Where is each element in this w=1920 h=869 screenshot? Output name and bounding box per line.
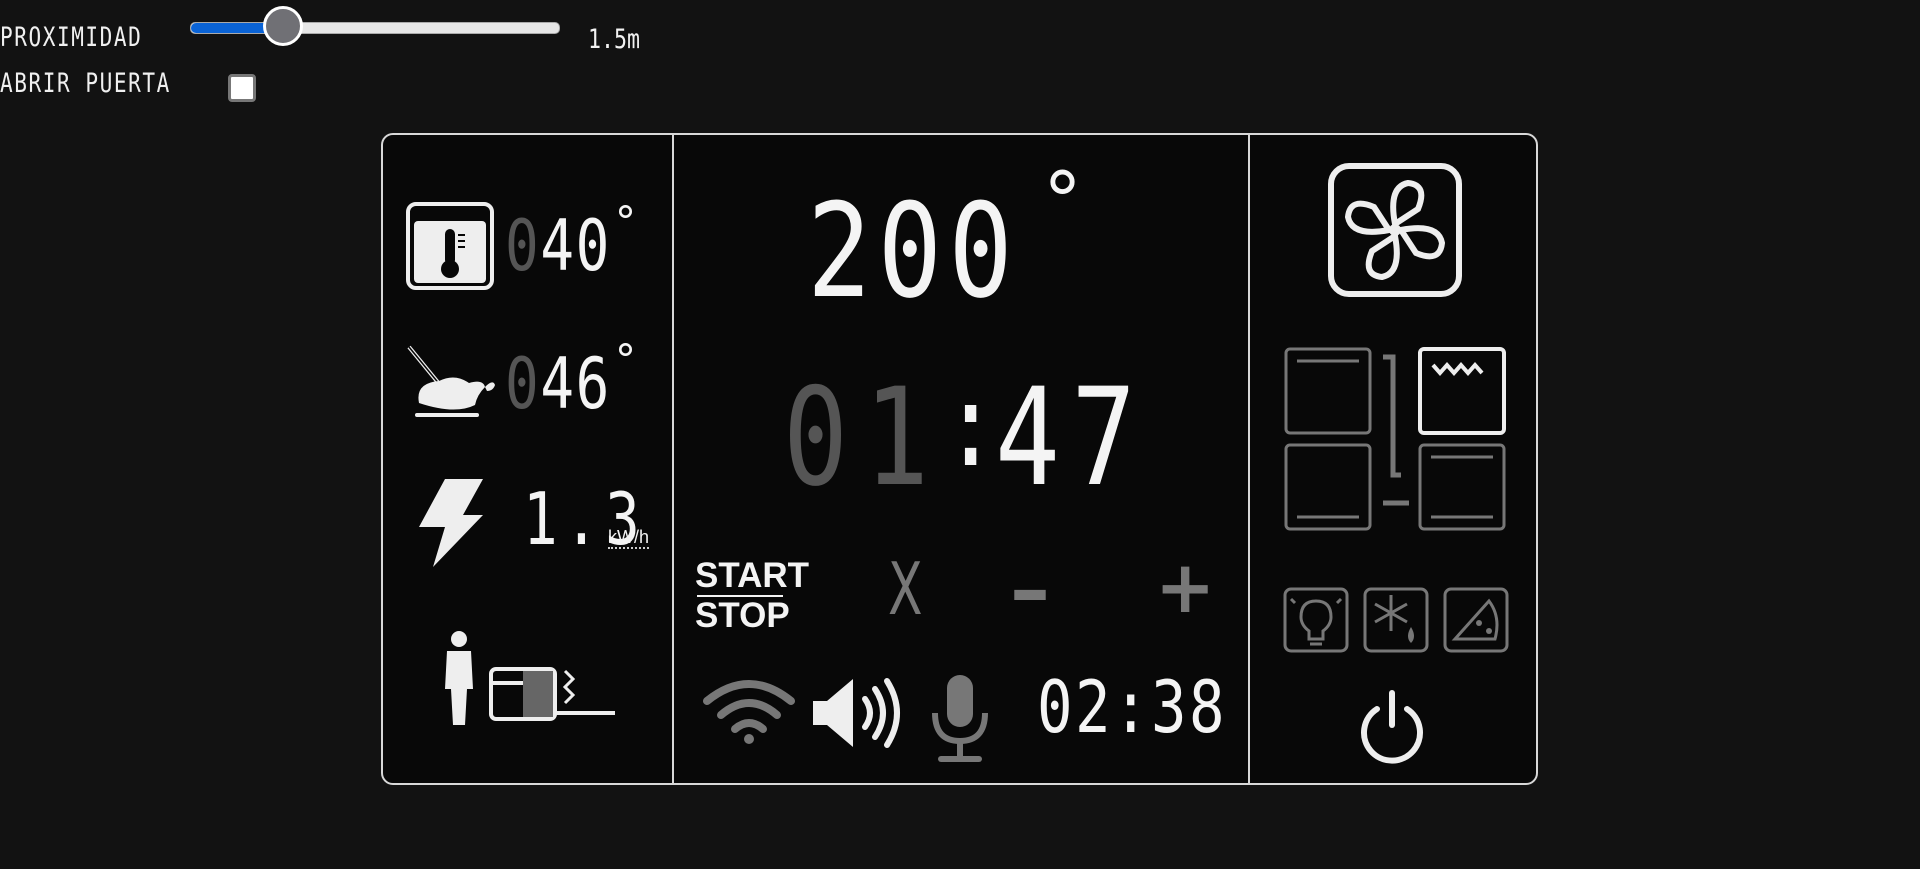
oven-temperature-value: 40	[540, 205, 611, 287]
cancel-icon[interactable]: X	[888, 547, 923, 631]
oven-thermometer-icon	[406, 202, 494, 290]
proximity-value: 1.5m	[588, 24, 641, 55]
timer-hours: 01	[783, 359, 946, 516]
timer-separator: :	[943, 359, 1000, 493]
heating-mode-icons[interactable]	[1283, 345, 1509, 535]
set-temperature: 200	[807, 175, 1020, 327]
column-divider	[1248, 135, 1250, 783]
fan-icon[interactable]	[1328, 163, 1462, 297]
probe-temperature-unit: °	[615, 335, 636, 384]
light-icon[interactable]	[1283, 587, 1349, 653]
stop-label: STOP	[695, 596, 790, 635]
proximity-label: PROXIMIDAD	[0, 22, 143, 53]
chicken-probe-icon	[407, 345, 495, 417]
probe-temperature-readout: 046	[505, 343, 611, 425]
probe-temperature-value: 46	[540, 343, 611, 425]
timer-minutes: 47	[995, 359, 1148, 516]
pizza-icon[interactable]	[1443, 587, 1509, 653]
proximity-slider-thumb[interactable]	[263, 6, 303, 46]
oven-control-panel: 040 ° 046 ° 1.3 kW/h 200 ° 01 : 47 START…	[381, 133, 1538, 785]
start-label: START	[695, 556, 810, 595]
open-door-label: ABRIR PUERTA	[0, 68, 171, 99]
plus-icon[interactable]: +	[1155, 545, 1215, 629]
speaker-icon[interactable]	[811, 675, 905, 751]
open-door-checkbox[interactable]	[228, 74, 256, 102]
energy-unit: kW/h	[608, 527, 650, 549]
minus-icon[interactable]: –	[1010, 543, 1050, 636]
probe-temperature-leading-zero: 0	[505, 343, 541, 425]
clock-display: 02:38	[1037, 665, 1228, 749]
lightning-icon	[419, 479, 483, 567]
person-near-oven-icon	[445, 631, 615, 725]
defrost-icon[interactable]	[1363, 587, 1429, 653]
oven-temperature-unit: °	[615, 197, 636, 246]
oven-temperature-leading-zero: 0	[505, 205, 541, 287]
wifi-icon[interactable]	[703, 675, 795, 745]
start-stop-button[interactable]: START STOP	[695, 557, 809, 635]
microphone-icon[interactable]	[929, 673, 991, 765]
power-icon[interactable]	[1357, 689, 1427, 765]
set-temperature-unit: °	[1043, 157, 1082, 247]
oven-temperature-readout: 040	[505, 205, 611, 287]
proximity-slider[interactable]	[190, 6, 560, 46]
column-divider	[672, 135, 674, 783]
